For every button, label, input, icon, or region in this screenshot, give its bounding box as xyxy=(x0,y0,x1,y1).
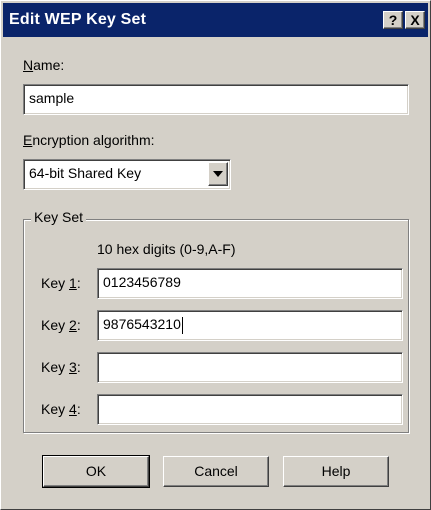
key-4-label: Key 4: xyxy=(41,401,81,417)
encryption-algorithm-value: 64-bit Shared Key xyxy=(29,165,142,181)
key-2-value: 9876543210 xyxy=(103,316,181,332)
name-value: sample xyxy=(29,90,75,106)
key-3-label: Key 3: xyxy=(41,359,81,375)
key-3-input[interactable] xyxy=(97,352,403,383)
ok-button[interactable]: OK xyxy=(42,455,150,488)
key-1-label: Key 1: xyxy=(41,275,81,291)
text-caret xyxy=(181,316,183,334)
help-button[interactable]: Help xyxy=(283,456,389,487)
close-icon[interactable]: X xyxy=(405,11,425,29)
chevron-down-icon xyxy=(213,171,223,177)
window-title: Edit WEP Key Set xyxy=(9,11,147,28)
encryption-algorithm-select[interactable]: 64-bit Shared Key xyxy=(23,159,231,190)
encryption-algorithm-label: Encryption algorithm: xyxy=(23,132,155,148)
key-2-input[interactable]: 9876543210 xyxy=(97,310,403,341)
key-2-label: Key 2: xyxy=(41,317,81,333)
name-input[interactable]: sample xyxy=(23,84,409,115)
dropdown-button[interactable] xyxy=(208,162,228,186)
key-4-input[interactable] xyxy=(97,394,403,425)
edit-wep-key-set-dialog: Edit WEP Key Set ? X Name: sample Encryp… xyxy=(0,0,431,510)
hex-digits-hint: 10 hex digits (0-9,A-F) xyxy=(97,241,236,257)
key-1-value: 0123456789 xyxy=(103,274,181,290)
name-label: Name: xyxy=(23,57,65,73)
key-1-input[interactable]: 0123456789 xyxy=(97,268,403,299)
help-icon[interactable]: ? xyxy=(383,11,403,29)
key-set-title: Key Set xyxy=(31,209,87,225)
title-bar[interactable]: Edit WEP Key Set ? X xyxy=(3,3,428,37)
cancel-button[interactable]: Cancel xyxy=(163,456,269,487)
